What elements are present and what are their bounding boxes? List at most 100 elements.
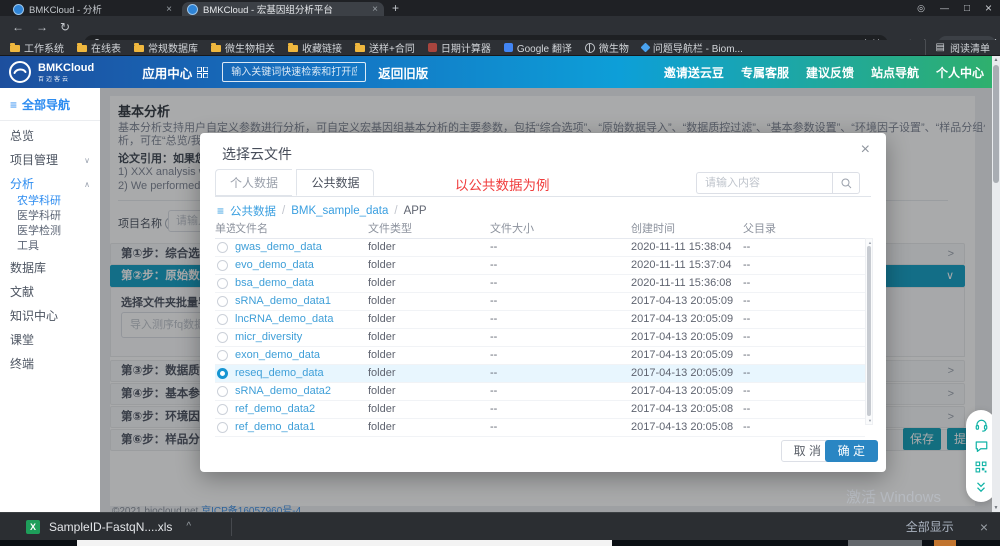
sidebar-item-classroom[interactable]: 课堂 bbox=[0, 332, 100, 349]
radio-button[interactable] bbox=[217, 386, 228, 397]
topnav-link-personal-center[interactable]: 个人中心 bbox=[936, 64, 984, 81]
topnav-link-support[interactable]: 专属客服 bbox=[741, 64, 789, 81]
table-row[interactable]: evo_demo_datafolder--2020-11-11 15:37:04… bbox=[215, 257, 865, 275]
table-row[interactable]: ref_demo_data2folder--2017-04-13 20:05:0… bbox=[215, 401, 865, 419]
file-name-link[interactable]: lncRNA_demo_data bbox=[235, 311, 368, 328]
scroll-down-icon[interactable]: ▼ bbox=[866, 418, 874, 423]
radio-button[interactable] bbox=[217, 260, 228, 271]
table-row[interactable]: sRNA_demo_data2folder--2017-04-13 20:05:… bbox=[215, 383, 865, 401]
app-search-input[interactable] bbox=[229, 66, 359, 79]
sidebar-item-medical-testing[interactable]: 医学检测 bbox=[0, 225, 100, 238]
sidebar-item-overview[interactable]: 总览 bbox=[0, 128, 100, 145]
browser-tab-1[interactable]: BMKCloud - 分析 × bbox=[8, 2, 178, 16]
sidebar-item-agri-research[interactable]: 农学科研 bbox=[0, 195, 100, 208]
bookmark-work-system[interactable]: 工作系统 bbox=[10, 40, 64, 55]
browser-tab-2-active[interactable]: BMKCloud - 宏基因组分析平台 × bbox=[182, 2, 384, 16]
browser-scrollbar[interactable]: ▲ ▼ bbox=[992, 56, 1000, 512]
radio-button[interactable] bbox=[217, 296, 228, 307]
confirm-button[interactable]: 确 定 bbox=[825, 440, 878, 462]
bookmark-favorite-links[interactable]: 收藏链接 bbox=[288, 40, 342, 55]
headset-icon[interactable] bbox=[974, 418, 989, 433]
download-options-caret-icon[interactable]: ^ bbox=[186, 521, 191, 532]
topnav-link-site-nav[interactable]: 站点导航 bbox=[871, 64, 919, 81]
bmkcloud-logo[interactable]: BMKCloud 百迈客云 bbox=[8, 60, 94, 84]
scroll-up-icon[interactable]: ▲ bbox=[866, 240, 874, 245]
table-row[interactable]: micr_diversityfolder--2017-04-13 20:05:0… bbox=[215, 329, 865, 347]
file-name-link[interactable]: evo_demo_data bbox=[235, 257, 368, 274]
windows-taskbar[interactable] bbox=[0, 540, 1000, 546]
chat-icon[interactable] bbox=[974, 439, 989, 454]
window-maximize-button[interactable]: □ bbox=[964, 3, 970, 14]
scrollbar-thumb[interactable] bbox=[993, 65, 999, 183]
file-name-link[interactable]: reseq_demo_data bbox=[235, 365, 368, 382]
file-name-link[interactable]: ref_demo_data2 bbox=[235, 401, 368, 418]
taskbar-search-box[interactable] bbox=[77, 540, 612, 546]
tab-close-icon[interactable]: × bbox=[166, 4, 172, 15]
back-to-old-version-link[interactable]: 返回旧版 bbox=[378, 63, 428, 82]
sidebar-item-medical-research[interactable]: 医学科研 bbox=[0, 210, 100, 223]
tab-public-data[interactable]: 公共数据 bbox=[296, 169, 374, 196]
file-name-link[interactable]: micr_diversity bbox=[235, 329, 368, 346]
file-name-link[interactable]: ref_demo_data1 bbox=[235, 419, 368, 436]
radio-button[interactable] bbox=[217, 422, 228, 433]
table-row[interactable]: gwas_demo_datafolder--2020-11-11 15:38:0… bbox=[215, 239, 865, 257]
radio-button[interactable] bbox=[217, 368, 228, 379]
scroll-down-icon[interactable]: ▼ bbox=[992, 505, 1000, 511]
bookmark-microbio-related[interactable]: 微生物相关 bbox=[211, 40, 275, 55]
radio-button[interactable] bbox=[217, 278, 228, 289]
new-tab-button[interactable]: + bbox=[392, 1, 399, 15]
bookmark-microbio[interactable]: 微生物 bbox=[585, 40, 629, 55]
sidebar-item-tools[interactable]: 工具 bbox=[0, 240, 100, 253]
sidebar-item-literature[interactable]: 文献 bbox=[0, 284, 100, 301]
reading-list-button[interactable]: ▤ 阅读清单 bbox=[925, 40, 990, 55]
breadcrumb-bmk-sample-data[interactable]: BMK_sample_data bbox=[291, 205, 388, 217]
scroll-up-icon[interactable]: ▲ bbox=[992, 57, 1000, 63]
table-row[interactable]: ref_demo_data1folder--2017-04-13 20:05:0… bbox=[215, 419, 865, 437]
bookmark-sampling-contract[interactable]: 送样+合同 bbox=[355, 40, 415, 55]
bookmark-online-sheet[interactable]: 在线表 bbox=[77, 40, 121, 55]
taskbar-app-window[interactable] bbox=[848, 540, 922, 546]
bookmark-common-databases[interactable]: 常规数据库 bbox=[134, 40, 198, 55]
back-icon[interactable]: ← bbox=[12, 20, 24, 34]
file-name-link[interactable]: sRNA_demo_data1 bbox=[235, 293, 368, 310]
search-button[interactable] bbox=[832, 172, 860, 194]
radio-button[interactable] bbox=[217, 404, 228, 415]
sidebar-item-knowledge-center[interactable]: 知识中心 bbox=[0, 308, 100, 325]
app-center-button[interactable]: 应用中心 bbox=[142, 63, 208, 82]
show-all-downloads-button[interactable]: 全部显示 bbox=[906, 518, 954, 535]
reload-icon[interactable]: ↻ bbox=[60, 20, 70, 34]
browser-profile-icon[interactable]: ◎ bbox=[917, 3, 925, 14]
window-minimize-button[interactable]: — bbox=[940, 3, 949, 13]
tab-close-icon[interactable]: × bbox=[372, 4, 378, 15]
file-name-link[interactable]: bsa_demo_data bbox=[235, 275, 368, 292]
radio-button[interactable] bbox=[217, 350, 228, 361]
scrollbar-thumb[interactable] bbox=[867, 246, 871, 416]
file-name-link[interactable]: exon_demo_data bbox=[235, 347, 368, 364]
file-name-link[interactable]: gwas_demo_data bbox=[235, 239, 368, 256]
topnav-link-invite[interactable]: 邀请送云豆 bbox=[664, 64, 724, 81]
bookmark-google-translate[interactable]: Google 翻译 bbox=[504, 40, 572, 55]
sidebar-item-database[interactable]: 数据库 bbox=[0, 260, 100, 277]
topnav-link-feedback[interactable]: 建议反馈 bbox=[806, 64, 854, 81]
file-search-input[interactable] bbox=[696, 172, 832, 194]
sidebar-item-terminal[interactable]: 终端 bbox=[0, 356, 100, 373]
qr-code-icon[interactable] bbox=[974, 460, 988, 474]
table-row[interactable]: sRNA_demo_data1folder--2017-04-13 20:05:… bbox=[215, 293, 865, 311]
sidebar-item-analysis[interactable]: 分析∧ bbox=[0, 176, 100, 193]
table-scrollbar[interactable]: ▲ ▼ bbox=[865, 238, 873, 425]
bookmark-date-calculator[interactable]: 日期计算器 bbox=[428, 40, 491, 55]
dialog-close-icon[interactable]: × bbox=[861, 141, 870, 159]
download-shelf-close-icon[interactable]: × bbox=[980, 519, 988, 535]
forward-icon[interactable]: → bbox=[36, 20, 48, 34]
tab-personal-data[interactable]: 个人数据 bbox=[215, 169, 292, 196]
table-row[interactable]: reseq_demo_datafolder--2017-04-13 20:05:… bbox=[215, 365, 865, 383]
table-row[interactable]: bsa_demo_datafolder--2020-11-11 15:36:08… bbox=[215, 275, 865, 293]
sidebar-header[interactable]: ≡ 全部导航 bbox=[0, 88, 100, 121]
radio-button[interactable] bbox=[217, 314, 228, 325]
bookmark-question-nav[interactable]: 问题导航栏 - Biom... bbox=[642, 40, 743, 55]
file-name-link[interactable]: sRNA_demo_data2 bbox=[235, 383, 368, 400]
table-row[interactable]: exon_demo_datafolder--2017-04-13 20:05:0… bbox=[215, 347, 865, 365]
breadcrumb-public-data[interactable]: 公共数据 bbox=[230, 203, 276, 219]
window-close-button[interactable]: × bbox=[985, 1, 992, 15]
taskbar-app-icon[interactable] bbox=[934, 540, 956, 546]
